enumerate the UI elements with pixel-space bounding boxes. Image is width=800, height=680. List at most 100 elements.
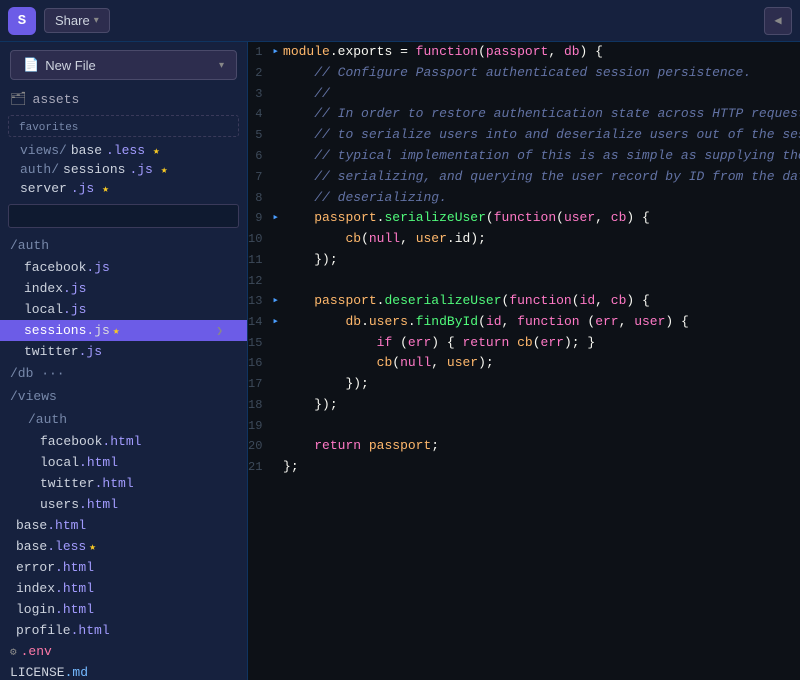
code-line: return passport; bbox=[279, 436, 800, 457]
line-number: 15 bbox=[248, 333, 272, 354]
line-number: 20 bbox=[248, 436, 272, 457]
share-button[interactable]: Share ▾ bbox=[44, 8, 110, 33]
line-number: 13 bbox=[248, 291, 272, 312]
code-line bbox=[279, 416, 800, 436]
code-table: 1▸module.exports = function(passport, db… bbox=[248, 42, 800, 478]
search-input[interactable] bbox=[8, 204, 239, 228]
line-number: 3 bbox=[248, 84, 272, 105]
code-line: // Configure Passport authenticated sess… bbox=[279, 63, 800, 84]
sidebar-item-twitter-html[interactable]: twitter.html bbox=[0, 473, 247, 494]
favorites-label: favorites bbox=[19, 122, 78, 134]
code-line: db.users.findById(id, function (err, use… bbox=[279, 312, 800, 333]
code-line bbox=[279, 271, 800, 291]
fav-item-base-less[interactable]: views/base.less ★ bbox=[0, 141, 247, 160]
arrow-indicator: ▸ bbox=[272, 312, 279, 333]
sidebar-item-base-less[interactable]: base.less ★ bbox=[0, 536, 247, 557]
arrow-indicator bbox=[272, 436, 279, 457]
line-number: 17 bbox=[248, 374, 272, 395]
sidebar-dir-auth[interactable]: /auth bbox=[0, 234, 247, 257]
arrow-indicator bbox=[272, 374, 279, 395]
code-line: // In order to restore authentication st… bbox=[279, 104, 800, 125]
table-row: 18 }); bbox=[248, 395, 800, 416]
new-file-button[interactable]: 📄 New File ▾ bbox=[10, 50, 237, 80]
code-line: // deserializing. bbox=[279, 188, 800, 209]
code-editor[interactable]: 1▸module.exports = function(passport, db… bbox=[248, 42, 800, 680]
code-line: }; bbox=[279, 457, 800, 478]
line-number: 4 bbox=[248, 104, 272, 125]
sidebar-item-env[interactable]: ⚙ .env bbox=[0, 641, 247, 662]
chevron-right-icon: ❯ bbox=[216, 324, 223, 338]
arrow-indicator bbox=[272, 250, 279, 271]
favorites-section: favorites bbox=[8, 115, 239, 137]
line-number: 18 bbox=[248, 395, 272, 416]
arrow-indicator bbox=[272, 457, 279, 478]
code-line: }); bbox=[279, 395, 800, 416]
code-line: cb(null, user.id); bbox=[279, 229, 800, 250]
folder-icon: 🗂 bbox=[10, 92, 27, 107]
line-number: 2 bbox=[248, 63, 272, 84]
sidebar-item-facebook-html[interactable]: facebook.html bbox=[0, 431, 247, 452]
sidebar-item-facebook[interactable]: facebook.js bbox=[0, 257, 247, 278]
table-row: 5 // to serialize users into and deseria… bbox=[248, 125, 800, 146]
sidebar-item-error-html[interactable]: error.html bbox=[0, 557, 247, 578]
code-line: }); bbox=[279, 250, 800, 271]
sidebar-dir-views[interactable]: /views bbox=[0, 385, 247, 408]
sidebar-item-license[interactable]: LICENSE.md bbox=[0, 662, 247, 680]
arrow-indicator bbox=[272, 416, 279, 436]
sidebar-item-local-auth[interactable]: local.js bbox=[0, 299, 247, 320]
table-row: 9▸ passport.serializeUser(function(user,… bbox=[248, 208, 800, 229]
line-number: 11 bbox=[248, 250, 272, 271]
assets-label: assets bbox=[33, 92, 80, 107]
table-row: 3 // bbox=[248, 84, 800, 105]
table-row: 21}; bbox=[248, 457, 800, 478]
new-file-icon: 📄 bbox=[23, 57, 39, 73]
code-line: // to serialize users into and deseriali… bbox=[279, 125, 800, 146]
arrow-indicator bbox=[272, 229, 279, 250]
line-number: 14 bbox=[248, 312, 272, 333]
sidebar-item-users-html[interactable]: users.html bbox=[0, 494, 247, 515]
share-label: Share bbox=[55, 13, 90, 28]
new-file-label: New File bbox=[45, 58, 96, 73]
table-row: 1▸module.exports = function(passport, db… bbox=[248, 42, 800, 63]
sidebar-item-profile-html[interactable]: profile.html bbox=[0, 620, 247, 641]
arrow-indicator: ▸ bbox=[272, 291, 279, 312]
sidebar-item-index-auth[interactable]: index.js bbox=[0, 278, 247, 299]
arrow-indicator bbox=[272, 104, 279, 125]
collapse-button[interactable]: ◀ bbox=[764, 7, 792, 35]
code-line: // typical implementation of this is as … bbox=[279, 146, 800, 167]
table-row: 2 // Configure Passport authenticated se… bbox=[248, 63, 800, 84]
sidebar-item-local-html[interactable]: local.html bbox=[0, 452, 247, 473]
sidebar-item-base-html[interactable]: base.html bbox=[0, 515, 247, 536]
sidebar-item-assets[interactable]: 🗂 assets bbox=[0, 88, 247, 111]
line-number: 10 bbox=[248, 229, 272, 250]
fav-item-server-js[interactable]: server.js ★ bbox=[0, 179, 247, 198]
arrow-indicator bbox=[272, 125, 279, 146]
arrow-indicator: ▸ bbox=[272, 42, 279, 63]
sidebar-item-login-html[interactable]: login.html bbox=[0, 599, 247, 620]
table-row: 13▸ passport.deserializeUser(function(id… bbox=[248, 291, 800, 312]
arrow-indicator bbox=[272, 188, 279, 209]
arrow-indicator bbox=[272, 84, 279, 105]
code-line: if (err) { return cb(err); } bbox=[279, 333, 800, 354]
collapse-icon: ◀ bbox=[774, 13, 781, 28]
line-number: 21 bbox=[248, 457, 272, 478]
sidebar-dir-db[interactable]: /db ··· bbox=[0, 362, 247, 385]
sidebar-item-twitter-auth[interactable]: twitter.js bbox=[0, 341, 247, 362]
code-line: passport.serializeUser(function(user, cb… bbox=[279, 208, 800, 229]
table-row: 10 cb(null, user.id); bbox=[248, 229, 800, 250]
star-icon: ★ bbox=[113, 324, 120, 338]
topbar: S Share ▾ ◀ bbox=[0, 0, 800, 42]
key-icon: ⚙ bbox=[10, 645, 17, 659]
sidebar-dir-views-auth[interactable]: /auth bbox=[0, 408, 247, 431]
sidebar-item-index-html[interactable]: index.html bbox=[0, 578, 247, 599]
sidebar-item-sessions-active[interactable]: sessions.js ★ ❯ bbox=[0, 320, 247, 341]
arrow-indicator bbox=[272, 271, 279, 291]
table-row: 16 cb(null, user); bbox=[248, 353, 800, 374]
line-number: 1 bbox=[248, 42, 272, 63]
fav-item-sessions-js[interactable]: auth/sessions.js ★ bbox=[0, 160, 247, 179]
table-row: 6 // typical implementation of this is a… bbox=[248, 146, 800, 167]
code-line: cb(null, user); bbox=[279, 353, 800, 374]
table-row: 12 bbox=[248, 271, 800, 291]
new-file-chevron-icon: ▾ bbox=[219, 60, 224, 71]
table-row: 8 // deserializing. bbox=[248, 188, 800, 209]
